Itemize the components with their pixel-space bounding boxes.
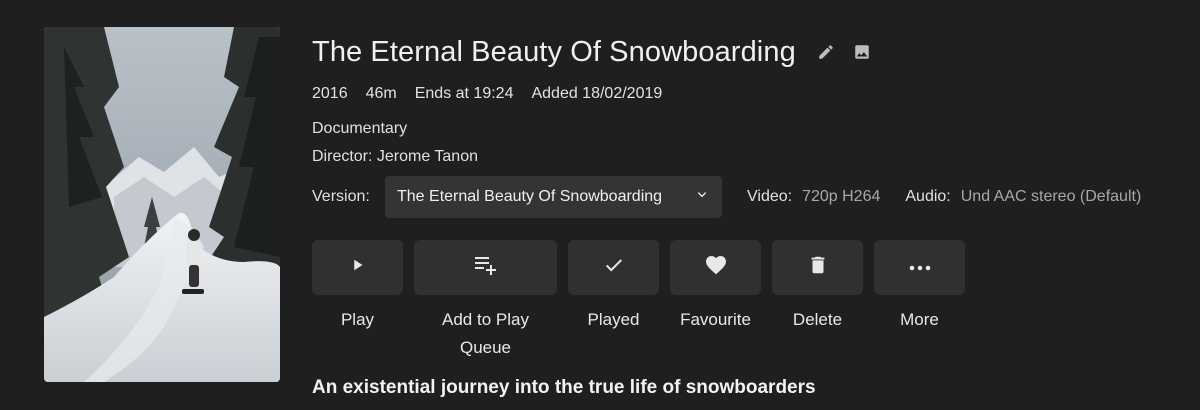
add-to-queue-button-box[interactable] [414, 240, 557, 295]
version-row: Version: The Eternal Beauty Of Snowboard… [312, 176, 1192, 218]
playlist-add-icon [473, 254, 499, 281]
play-button[interactable]: Play [312, 240, 403, 362]
add-to-queue-label-line2: Queue [459, 338, 512, 357]
play-button-box[interactable] [312, 240, 403, 295]
chevron-down-icon [694, 187, 710, 208]
more-button[interactable]: More [874, 240, 965, 362]
more-horizontal-icon [908, 259, 932, 277]
video-value: 720p H264 [802, 188, 881, 205]
delete-button-box[interactable] [772, 240, 863, 295]
tagline: An existential journey into the true lif… [312, 377, 816, 398]
version-selected-value: The Eternal Beauty Of Snowboarding [397, 188, 663, 205]
version-label: Version: [312, 188, 370, 205]
pencil-icon[interactable] [816, 42, 836, 62]
trash-icon [807, 254, 829, 281]
title-row: The Eternal Beauty Of Snowboarding [312, 30, 1192, 74]
more-button-box[interactable] [874, 240, 965, 295]
delete-label: Delete [792, 310, 843, 329]
video-label: Video: [747, 188, 793, 205]
movie-poster[interactable] [44, 27, 280, 382]
played-label: Played [587, 310, 640, 329]
audio-value: Und AAC stereo (Default) [960, 188, 1142, 205]
runtime: 46m [365, 85, 397, 102]
director[interactable]: Director: Jerome Tanon [312, 148, 1192, 170]
play-label: Play [340, 310, 375, 329]
favourite-label: Favourite [680, 310, 751, 329]
action-buttons: Play Add to Play Queue Played Favourite [312, 240, 976, 362]
poster-image [44, 27, 280, 382]
add-to-queue-button[interactable]: Add to Play Queue [414, 240, 557, 362]
played-button[interactable]: Played [568, 240, 659, 362]
add-to-queue-label: Add to Play Queue [442, 306, 529, 362]
meta-row: 2016 46m Ends at 19:24 Added 18/02/2019 [312, 82, 1192, 106]
genre[interactable]: Documentary [312, 120, 1192, 142]
date-added: Added 18/02/2019 [531, 85, 663, 102]
played-button-box[interactable] [568, 240, 659, 295]
favourite-button[interactable]: Favourite [670, 240, 761, 362]
movie-title: The Eternal Beauty Of Snowboarding [312, 35, 796, 68]
add-to-queue-label-line1: Add to Play [442, 310, 529, 329]
image-icon[interactable] [852, 42, 872, 62]
delete-button[interactable]: Delete [772, 240, 863, 362]
favourite-button-box[interactable] [670, 240, 761, 295]
heart-icon [703, 253, 729, 282]
end-time: Ends at 19:24 [414, 85, 514, 102]
more-label: More [900, 310, 939, 329]
movie-details: The Eternal Beauty Of Snowboarding 2016 … [312, 30, 1192, 218]
check-icon [603, 254, 625, 281]
audio-label: Audio: [905, 188, 951, 205]
release-year: 2016 [312, 85, 348, 102]
play-icon [349, 256, 367, 279]
version-select[interactable]: The Eternal Beauty Of Snowboarding [385, 176, 722, 218]
